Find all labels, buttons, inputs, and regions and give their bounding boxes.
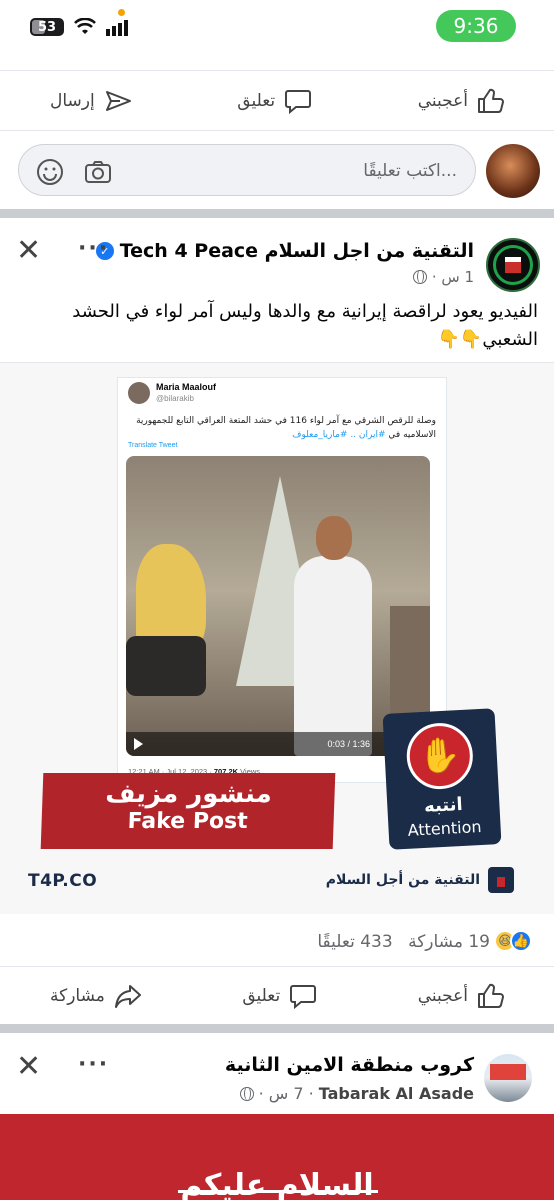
post-meta: 1 س · — [412, 268, 474, 286]
close-icon[interactable]: ✕ — [16, 236, 41, 266]
attention-en: Attention — [407, 817, 482, 840]
man-figure — [294, 556, 372, 756]
status-time[interactable]: 9:36 — [436, 10, 516, 42]
attention-badge: ✋ انتبه Attention — [382, 708, 502, 850]
brand-label: التقنية من أجل السلام — [326, 867, 514, 893]
sofa — [390, 606, 430, 726]
man-head — [316, 516, 352, 560]
next-post-meta: Tabarak Al Asade · 7 س · — [239, 1084, 474, 1103]
strike-line — [178, 1190, 378, 1193]
author-name[interactable]: Tabarak Al Asade — [319, 1084, 474, 1103]
share-button[interactable]: مشاركة — [50, 981, 143, 1011]
comment-label: تعليق — [237, 91, 276, 111]
comment-icon — [285, 90, 312, 115]
fake-post-en: Fake Post — [127, 809, 249, 834]
battery-level: 53 — [37, 19, 57, 35]
fake-post-banner: منشور مزيف Fake Post — [40, 773, 336, 849]
emoji-icon[interactable] — [35, 157, 65, 187]
post-text: الفيديو يعود لراقصة إيرانية مع والدها ول… — [72, 301, 538, 350]
post-time: 1 س · — [431, 268, 474, 286]
send-icon — [105, 91, 131, 111]
next-post-time: · 7 س · — [258, 1084, 314, 1103]
comment-composer: اكتب تعليقًا... — [0, 140, 554, 206]
comment-button[interactable]: تعليق — [242, 981, 318, 1011]
translate-link: Translate Tweet — [128, 442, 178, 449]
like-label: أعجبني — [417, 91, 468, 111]
comment-button[interactable]: تعليق — [237, 86, 313, 116]
user-avatar[interactable] — [486, 144, 540, 198]
more-options-icon[interactable]: ··· — [78, 236, 109, 261]
post-header: التقنية من اجل السلام Tech 4 Peace ✓ 1 س… — [0, 218, 554, 298]
play-icon — [134, 738, 143, 750]
like-button[interactable]: أعجبني — [418, 981, 506, 1011]
send-button[interactable]: إرسال — [50, 86, 133, 116]
like-button[interactable]: أعجبني — [418, 86, 506, 116]
page-avatar[interactable] — [486, 238, 540, 292]
signal-icon — [106, 20, 128, 36]
page-name-text: التقنية من اجل السلام Tech 4 Peace — [119, 240, 474, 262]
divider — [0, 130, 554, 131]
tweet-author: Maria Maalouf — [156, 382, 217, 392]
globe-icon — [239, 1086, 254, 1101]
post-image[interactable]: Maria Maalouf @bilarakib وصلة للرقص الشر… — [0, 362, 554, 914]
status-icons: 53 — [30, 18, 130, 36]
page-name[interactable]: التقنية من اجل السلام Tech 4 Peace ✓ — [95, 240, 474, 262]
comment-icon — [290, 985, 317, 1010]
tweet-body: وصلة للرقص الشرقي مع آمر لواء 116 في حشد… — [136, 416, 436, 440]
tweet-text: وصلة للرقص الشرقي مع آمر لواء 116 في حشد… — [126, 414, 436, 442]
comment-input[interactable]: اكتب تعليقًا... — [18, 144, 476, 196]
camera-icon[interactable] — [83, 157, 113, 187]
globe-icon — [412, 270, 427, 284]
banner-text: السلام عليكم — [180, 1168, 374, 1200]
tweet-hashtags: #ايران .. #ماريا_معلوف — [292, 430, 386, 440]
battery-icon: 53 — [30, 18, 64, 36]
comment-label: تعليق — [242, 986, 281, 1006]
attention-ar: انتبه — [423, 793, 464, 817]
send-label: إرسال — [50, 91, 95, 111]
like-icon — [478, 983, 504, 1008]
comment-placeholder: اكتب تعليقًا... — [363, 161, 457, 181]
post-separator — [0, 1024, 554, 1033]
group-name[interactable]: كروب منطقة الامين الثانية — [225, 1054, 474, 1076]
status-bar: 53 9:36 — [0, 0, 554, 58]
post-stats: 😆 👍 19 مشاركة 433 تعليقًا — [0, 926, 554, 960]
share-label: مشاركة — [50, 986, 105, 1006]
brand-logo-icon — [488, 867, 514, 893]
privacy-indicator — [118, 9, 125, 16]
tweet-video: 0:03 / 1:36 — [126, 456, 430, 756]
tweet-handle: @bilarakib — [156, 394, 194, 403]
more-options-icon[interactable]: ··· — [78, 1052, 109, 1077]
shares-count: 19 مشاركة — [408, 932, 490, 952]
post-separator — [0, 209, 554, 218]
fake-post-ar: منشور مزيف — [104, 779, 273, 809]
reactions[interactable]: 😆 👍 — [494, 930, 532, 952]
like-label: أعجبني — [417, 986, 468, 1006]
group-avatar[interactable] — [484, 1054, 532, 1102]
post-action-bar: مشاركة تعليق أعجبني — [0, 967, 554, 1025]
brand-text: التقنية من أجل السلام — [325, 872, 480, 888]
wifi-icon — [74, 18, 96, 34]
like-reaction-icon: 👍 — [510, 930, 532, 952]
next-post-banner[interactable]: السلام عليكم — [0, 1114, 554, 1200]
tweet-avatar — [128, 382, 150, 404]
engagement-counts[interactable]: 19 مشاركة 433 تعليقًا — [307, 932, 490, 952]
close-icon[interactable]: ✕ — [16, 1052, 41, 1082]
next-post-header: كروب منطقة الامين الثانية Tabarak Al Asa… — [0, 1034, 554, 1114]
comments-count: 433 تعليقًا — [317, 932, 393, 952]
video-time: 0:03 / 1:36 — [327, 739, 370, 749]
stop-hand-icon: ✋ — [405, 721, 475, 791]
divider — [0, 70, 554, 71]
dancer-skirt — [126, 636, 206, 696]
like-icon — [478, 88, 504, 113]
share-icon — [114, 985, 141, 1008]
site-label: T4P.CO — [28, 871, 98, 891]
top-action-bar: إرسال تعليق أعجبني — [0, 72, 554, 130]
